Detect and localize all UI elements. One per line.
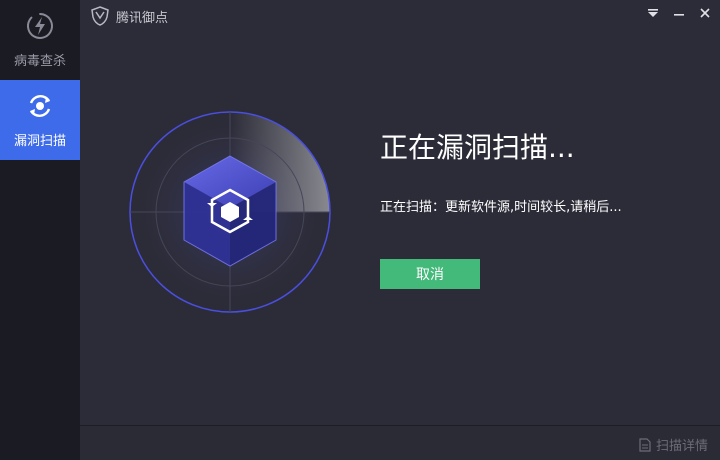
sidebar: 病毒查杀 漏洞扫描 (0, 0, 80, 460)
minimize-icon[interactable] (666, 2, 692, 24)
main-panel: 腾讯御点 正在漏洞扫描... 正在扫描：更新软件源,时间较长,请稍后... 取消… (80, 0, 720, 460)
sidebar-item-virus-scan[interactable]: 病毒查杀 (0, 0, 80, 80)
title-bar: 腾讯御点 (80, 0, 720, 32)
sidebar-item-label: 病毒查杀 (13, 54, 66, 69)
document-icon (639, 437, 651, 452)
scan-details-link[interactable]: 扫描详情 (639, 435, 708, 454)
shield-logo-icon (91, 6, 109, 26)
sidebar-item-label: 漏洞扫描 (13, 134, 66, 149)
sidebar-item-vuln-scan[interactable]: 漏洞扫描 (0, 80, 80, 160)
dropdown-menu-icon[interactable] (640, 2, 666, 24)
close-icon[interactable] (692, 2, 718, 24)
scan-title: 正在漏洞扫描... (380, 131, 575, 164)
lightning-bolt-icon (24, 10, 56, 42)
cancel-button[interactable]: 取消 (380, 259, 480, 289)
scan-status-text: 正在扫描：更新软件源,时间较长,请稍后... (380, 200, 622, 215)
refresh-scan-icon (24, 90, 56, 122)
app-brand: 腾讯御点 (90, 6, 168, 26)
footer-bar: 扫描详情 (80, 425, 720, 460)
scan-radar (129, 111, 331, 313)
scan-details-label: 扫描详情 (655, 439, 708, 454)
app-title: 腾讯御点 (116, 10, 169, 26)
